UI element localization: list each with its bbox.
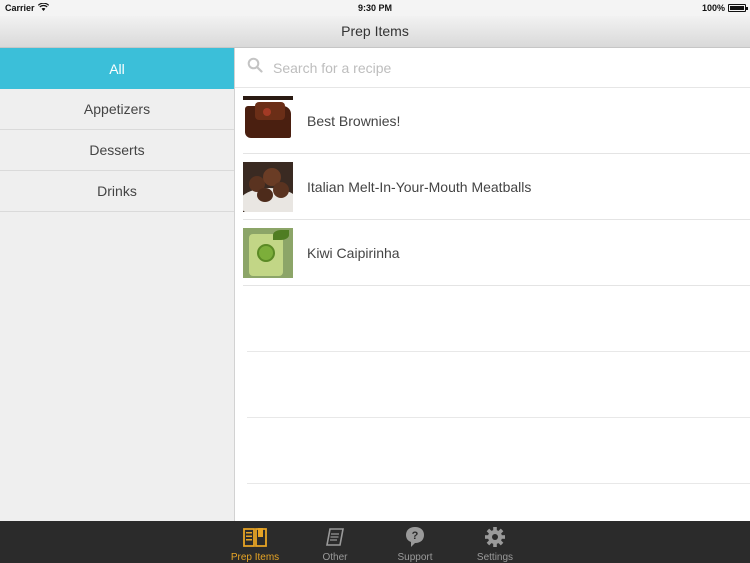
- sidebar-item-label: Drinks: [97, 183, 137, 199]
- sidebar-item-drinks[interactable]: Drinks: [0, 171, 234, 212]
- battery-fill: [730, 6, 744, 10]
- gear-icon: [482, 526, 508, 551]
- note-icon: [322, 526, 348, 551]
- caipirinha-photo: [243, 227, 293, 278]
- sidebar-item-appetizers[interactable]: Appetizers: [0, 89, 234, 130]
- svg-text:?: ?: [412, 530, 419, 542]
- empty-row: [247, 352, 750, 418]
- battery-info: 100%: [701, 3, 748, 13]
- search-bar: [235, 48, 750, 88]
- recipe-row-meatballs[interactable]: Italian Melt-In-Your-Mouth Meatballs: [243, 154, 750, 220]
- brownies-photo: [243, 95, 293, 146]
- sidebar-item-label: Appetizers: [83, 101, 151, 117]
- sidebar-item-desserts[interactable]: Desserts: [0, 130, 234, 171]
- empty-row: [247, 418, 750, 484]
- meatballs-photo: [243, 161, 293, 212]
- page-title: Prep Items: [341, 23, 409, 39]
- recipe-name: Kiwi Caipirinha: [307, 244, 400, 261]
- recipe-row-brownies[interactable]: Best Brownies!: [243, 88, 750, 154]
- recipe-name: Italian Melt-In-Your-Mouth Meatballs: [307, 178, 532, 195]
- recipe-row-caipirinha[interactable]: Kiwi Caipirinha: [243, 220, 750, 286]
- tab-label: Other: [322, 552, 348, 563]
- battery-icon: [728, 4, 748, 12]
- empty-row: [247, 286, 750, 352]
- tab-settings[interactable]: Settings: [455, 521, 535, 563]
- tab-label: Settings: [476, 552, 514, 563]
- recipe-panel: Best Brownies! Italian Melt-In-Your-Mout…: [235, 48, 750, 521]
- book-icon: [242, 526, 268, 551]
- tab-bar: Prep Items Other ? Support Settings: [0, 521, 750, 563]
- question-icon: ?: [402, 526, 428, 551]
- sidebar-item-label: Desserts: [89, 142, 145, 158]
- status-time: 9:30 PM: [357, 3, 392, 13]
- tab-support[interactable]: ? Support: [375, 521, 455, 563]
- navigation-bar: Prep Items: [0, 16, 750, 48]
- recipe-name: Best Brownies!: [307, 112, 401, 129]
- tab-label: Prep Items: [230, 552, 280, 563]
- tab-label: Support: [397, 552, 433, 563]
- sidebar-item-label: All: [109, 60, 125, 77]
- status-bar: Carrier 9:30 PM 100%: [0, 0, 750, 16]
- search-icon: [247, 57, 263, 78]
- category-sidebar: All Appetizers Desserts Drinks: [0, 48, 235, 521]
- tab-prep-items[interactable]: Prep Items: [215, 521, 295, 563]
- recipe-list: Best Brownies! Italian Melt-In-Your-Mout…: [235, 88, 750, 484]
- search-input[interactable]: [273, 59, 713, 76]
- sidebar-item-all[interactable]: All: [0, 48, 234, 89]
- battery-percent: 100%: [701, 3, 725, 13]
- tab-other[interactable]: Other: [295, 521, 375, 563]
